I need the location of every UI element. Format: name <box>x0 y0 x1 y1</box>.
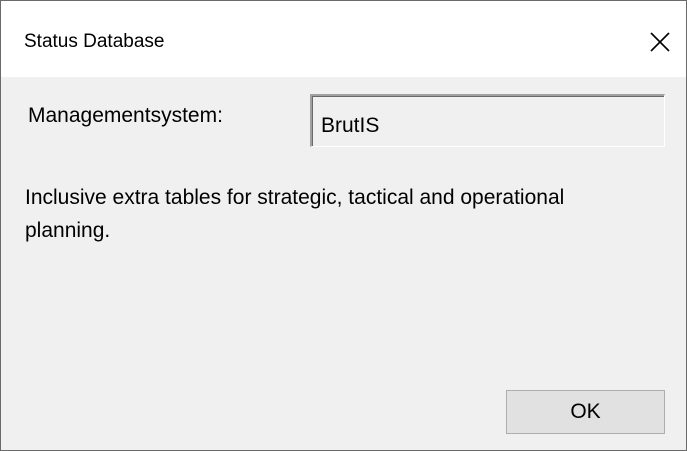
managementsystem-label: Managementsystem: <box>28 104 223 127</box>
description-text: Inclusive extra tables for strategic, ta… <box>25 186 565 242</box>
dialog-body: Managementsystem: Inclusive extra tables… <box>1 77 686 450</box>
managementsystem-field[interactable] <box>310 94 665 147</box>
window-title: Status Database <box>24 31 165 52</box>
ok-button[interactable]: OK <box>506 390 665 434</box>
title-bar[interactable]: Status Database <box>1 1 686 77</box>
status-database-dialog: Status Database Managementsystem: Inclus… <box>0 0 687 451</box>
close-button[interactable] <box>637 19 683 65</box>
close-icon <box>650 32 670 52</box>
